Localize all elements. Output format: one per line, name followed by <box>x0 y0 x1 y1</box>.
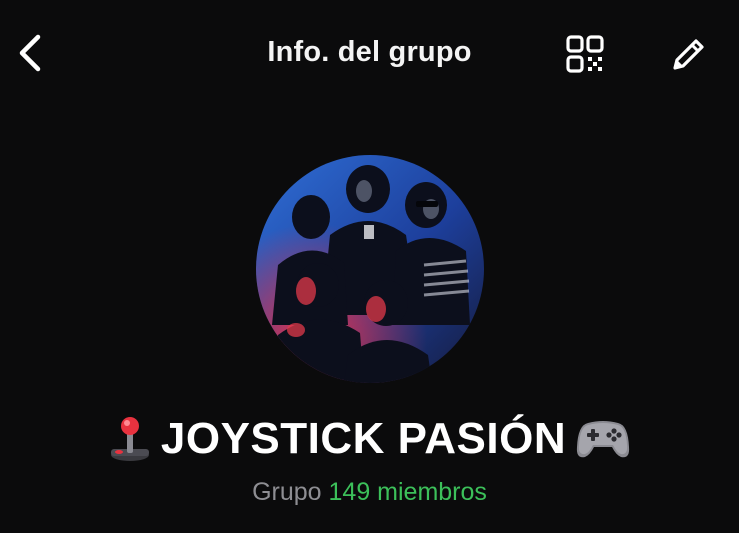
members-count-link[interactable]: 149 miembros <box>329 478 487 506</box>
group-name: JOYSTICK PASIÓN <box>160 414 567 463</box>
edit-button[interactable] <box>664 32 710 78</box>
top-bar: Info. del grupo <box>0 0 739 106</box>
qr-code-icon <box>566 35 604 73</box>
group-photo <box>256 155 484 383</box>
game-controller-icon <box>576 417 630 461</box>
group-subtitle: Grupo 149 miembros <box>0 478 739 507</box>
qr-code-button[interactable] <box>564 33 606 75</box>
group-avatar[interactable] <box>256 155 484 383</box>
joystick-icon <box>109 415 151 463</box>
group-type-label: Grupo <box>252 478 322 506</box>
group-info-screen: Info. del grupo JOYSTICK PASIÓN Grupo 14… <box>0 0 739 533</box>
group-name-row: JOYSTICK PASIÓN <box>0 408 739 470</box>
page-title: Info. del grupo <box>267 36 472 68</box>
pencil-icon <box>673 39 704 70</box>
